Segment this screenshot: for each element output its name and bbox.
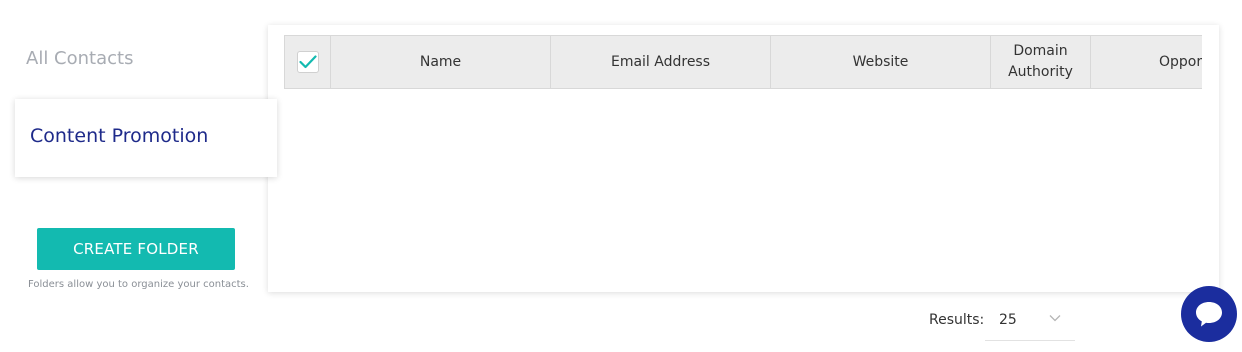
column-header-website[interactable]: Website (771, 36, 991, 88)
select-all-checkbox[interactable] (296, 51, 319, 73)
contacts-table: Name Email Address Website Domain Author… (284, 35, 1202, 89)
column-header-opportunity[interactable]: Oppor (1091, 36, 1202, 88)
contacts-page: All Contacts Content Promotion CREATE FO… (0, 0, 1242, 352)
folder-item-content-promotion[interactable]: Content Promotion (15, 99, 277, 177)
chat-bubble-icon (1196, 302, 1222, 327)
column-header-domain-authority[interactable]: Domain Authority (991, 36, 1091, 88)
results-per-page-value: 25 (999, 312, 1017, 328)
column-header-name[interactable]: Name (331, 36, 551, 88)
folder-item-label: Content Promotion (30, 125, 209, 147)
contacts-table-panel: Name Email Address Website Domain Author… (268, 25, 1219, 292)
select-all-cell (285, 36, 331, 88)
all-contacts-link[interactable]: All Contacts (26, 48, 133, 69)
chevron-down-icon (1049, 315, 1061, 322)
results-label: Results: (929, 312, 985, 328)
column-header-email[interactable]: Email Address (551, 36, 771, 88)
folder-hint-text: Folders allow you to organize your conta… (28, 279, 249, 290)
check-icon (298, 55, 317, 69)
create-folder-button[interactable]: CREATE FOLDER (37, 228, 235, 270)
table-header-row: Name Email Address Website Domain Author… (284, 35, 1202, 89)
chat-launcher-button[interactable] (1181, 286, 1237, 342)
results-per-page-select[interactable]: 25 (985, 300, 1075, 341)
